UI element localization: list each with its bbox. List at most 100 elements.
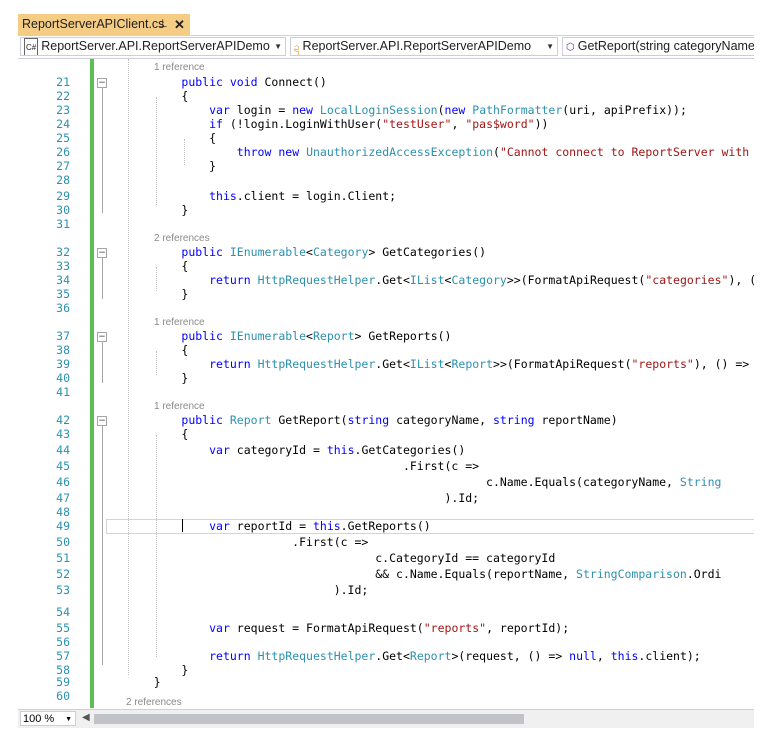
scroll-left-icon[interactable]: ◀ xyxy=(82,712,90,723)
code-token: null xyxy=(569,649,597,663)
line-number: 46 xyxy=(56,475,70,489)
code-token: > GetCategories() xyxy=(368,245,487,259)
code-token: "pas$word" xyxy=(465,117,535,131)
code-text: var reportId = this.GetReports() xyxy=(126,519,431,533)
code-token: public xyxy=(181,413,223,427)
code-token: { xyxy=(126,89,189,103)
code-token: PathFormatter xyxy=(472,103,563,117)
project-dropdown-label: ReportServer.API.ReportServerAPIDemo xyxy=(41,39,270,53)
code-token: IList xyxy=(409,357,445,371)
code-token: this xyxy=(312,519,341,533)
code-token: Connect() xyxy=(257,75,327,89)
code-token: .GetReports() xyxy=(340,519,431,533)
line-number: 40 xyxy=(56,371,70,385)
code-text: } xyxy=(126,675,161,689)
code-token: throw xyxy=(236,145,272,159)
code-token: "reports" xyxy=(631,357,694,371)
line-number: 51 xyxy=(56,551,70,565)
code-token: public xyxy=(181,329,223,343)
line-number: 44 xyxy=(56,443,70,457)
type-dropdown[interactable]: ဍ ReportServer.API.ReportServerAPIDemo ▼ xyxy=(290,37,558,56)
zoom-dropdown[interactable]: 100 % ▼ xyxy=(20,711,76,726)
code-token: .Get< xyxy=(375,357,410,371)
code-text: } xyxy=(126,287,188,301)
line-number: 42 xyxy=(56,413,70,427)
code-token: ).Id; xyxy=(126,491,480,505)
code-token: categoryName, xyxy=(389,413,493,427)
code-token: "categories" xyxy=(645,273,729,287)
code-text: var categoryId = this.GetCategories() xyxy=(126,443,465,457)
fold-line xyxy=(102,258,103,299)
code-token: String xyxy=(679,475,722,489)
class-icon: ဍ xyxy=(294,42,300,53)
code-token: string xyxy=(493,413,535,427)
code-token: > GetReports() xyxy=(354,329,452,343)
fold-line xyxy=(102,426,103,665)
codelens-references[interactable]: 2 references xyxy=(154,233,210,244)
codelens-references[interactable]: 1 reference xyxy=(154,317,205,328)
collapse-icon[interactable]: − xyxy=(97,248,107,258)
codelens-references[interactable]: 2 references xyxy=(126,697,182,708)
collapse-icon[interactable]: − xyxy=(97,78,107,88)
code-token: < xyxy=(306,329,313,343)
code-text: } xyxy=(126,371,188,385)
code-token: return xyxy=(209,649,251,663)
code-text: if (!login.LoginWithUser("testUser", "pa… xyxy=(126,117,548,131)
code-text: ).Id; xyxy=(126,583,369,597)
code-text: public void Connect() xyxy=(126,75,327,89)
project-dropdown[interactable]: C# ReportServer.API.ReportServerAPIDemo ▼ xyxy=(20,37,286,56)
code-text: { xyxy=(126,131,216,145)
code-token: && c.Name.Equals(reportName, xyxy=(126,567,577,581)
code-editor[interactable]: − − − − 1 reference 2 references 1 refer… xyxy=(18,59,754,708)
pin-icon[interactable]: ⊥ xyxy=(158,14,168,35)
code-text: .First(c => xyxy=(126,459,479,473)
code-token: c.CategoryId == categoryId xyxy=(126,551,556,565)
code-token: LocalLoginSession xyxy=(319,103,438,117)
line-number: 21 xyxy=(56,75,70,89)
code-token: } xyxy=(126,203,189,217)
line-number: 39 xyxy=(56,357,70,371)
code-token: IEnumerable xyxy=(229,245,307,259)
code-token: Report xyxy=(451,357,494,371)
code-token: login = xyxy=(229,103,293,117)
document-tab[interactable]: ReportServerAPIClient.cs ⊥ ✕ xyxy=(18,14,190,35)
code-text: var request = FormatApiRequest("reports"… xyxy=(126,621,569,635)
line-number: 52 xyxy=(56,567,70,581)
code-token: )) xyxy=(534,117,549,131)
codelens-references[interactable]: 1 reference xyxy=(154,62,205,73)
code-token: ).Id; xyxy=(126,583,369,597)
code-token: categoryId = xyxy=(229,443,327,457)
code-token: UnauthorizedAccessException xyxy=(306,145,493,159)
collapse-icon[interactable]: − xyxy=(97,332,107,342)
code-text: && c.Name.Equals(reportName, StringCompa… xyxy=(126,567,721,581)
code-token: .First(c => xyxy=(126,535,369,549)
chevron-down-icon: ▼ xyxy=(274,42,282,51)
member-dropdown[interactable]: ⬡ GetReport(string categoryName, xyxy=(562,37,754,56)
horizontal-scrollbar-thumb[interactable] xyxy=(94,714,524,724)
codelens-references[interactable]: 1 reference xyxy=(154,401,205,412)
code-token: Report xyxy=(312,329,355,343)
code-token: if xyxy=(209,117,223,131)
code-token: ), () => xyxy=(693,357,754,371)
document-tab-strip: ReportServerAPIClient.cs ⊥ ✕ xyxy=(18,14,754,37)
line-number: 50 xyxy=(56,535,70,549)
chevron-down-icon: ▼ xyxy=(65,716,72,723)
code-text: public IEnumerable<Report> GetReports() xyxy=(126,329,451,343)
code-token: Report xyxy=(409,649,452,663)
code-token: .Get< xyxy=(375,273,410,287)
code-text: throw new UnauthorizedAccessException("C… xyxy=(126,145,754,159)
code-token: "reports" xyxy=(423,621,487,635)
code-token: request = FormatApiRequest( xyxy=(229,621,424,635)
collapse-icon[interactable]: − xyxy=(97,416,107,426)
code-token: new xyxy=(278,145,300,159)
close-icon[interactable]: ✕ xyxy=(174,14,185,35)
